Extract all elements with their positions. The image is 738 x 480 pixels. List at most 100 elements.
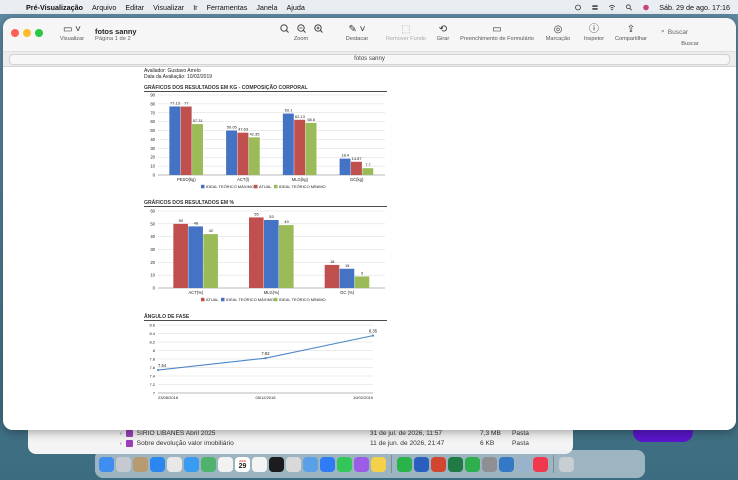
menu-bar: Pré-Visualização Arquivo Editar Visualiz…	[0, 0, 738, 14]
dock-numbers-icon[interactable]	[465, 456, 480, 472]
dock-powerpoint-icon[interactable]	[431, 456, 446, 472]
menu-ferramentas[interactable]: Ferramentas	[207, 3, 248, 12]
document-canvas: Avaliador: Gustavo Arrelo Data da Avalia…	[3, 67, 736, 430]
bar	[350, 161, 362, 175]
dock-finder-icon[interactable]	[99, 456, 114, 472]
search-spotlight-icon[interactable]	[625, 3, 633, 11]
bar	[188, 226, 203, 288]
wifi-icon[interactable]	[608, 4, 616, 11]
disclosure-icon[interactable]: ›	[120, 431, 122, 437]
dock-chrome-icon[interactable]	[167, 456, 182, 472]
dock-word-icon[interactable]	[414, 456, 429, 472]
finder-row[interactable]: › SIRIO LIBANÊS Abril 2025 31 de jul. de…	[120, 430, 560, 437]
tab-document[interactable]: fotos sanny	[9, 54, 730, 65]
zoom-window-button[interactable]	[35, 29, 43, 37]
menu-editar[interactable]: Editar	[125, 3, 144, 12]
dock-preview-icon[interactable]	[303, 456, 318, 472]
dock-launchpad-icon[interactable]	[116, 456, 131, 472]
point-value-label: 7.54	[158, 363, 167, 368]
bar	[226, 130, 238, 175]
rotate-button[interactable]: ⟲ Girar	[431, 23, 455, 42]
highlight-button[interactable]: ✎ ˅ Destacar	[337, 23, 377, 42]
menu-ir[interactable]: Ir	[193, 3, 197, 12]
y-tick-label: 8.6	[149, 323, 155, 328]
finder-row[interactable]: › Sobre devolução valor imobiliário 11 d…	[120, 440, 560, 447]
dock-messages-icon[interactable]	[337, 456, 352, 472]
preview-window: ▭ ˅ Visualizar fotos sanny Página 1 de 2…	[3, 18, 736, 430]
dock-excel-icon[interactable]	[448, 456, 463, 472]
zoom-controls[interactable]: Zoom	[275, 23, 327, 42]
zoom-icons[interactable]	[275, 23, 327, 36]
y-tick-label: 70	[150, 110, 155, 115]
y-tick-label: 60	[150, 209, 155, 214]
finder-row-size: 7,3 MB	[480, 430, 501, 437]
dock-music-icon[interactable]	[533, 456, 548, 472]
rotate-icon: ⟲	[438, 24, 448, 35]
chart2-rule	[144, 206, 387, 207]
close-window-button[interactable]	[11, 29, 19, 37]
legend-swatch	[201, 297, 205, 302]
dock-preview-2-icon[interactable]	[516, 456, 531, 472]
markup-button[interactable]: ◎ Marcação	[541, 23, 575, 42]
menu-visualizar[interactable]: Visualizar	[153, 3, 184, 12]
dock-finder-2-icon[interactable]	[499, 456, 514, 472]
dock-mail-icon[interactable]	[150, 456, 165, 472]
legend-swatch	[274, 184, 278, 189]
dock-screenshot-icon[interactable]	[286, 456, 301, 472]
dock-safari-icon[interactable]	[184, 456, 199, 472]
dock-notes-icon[interactable]	[371, 456, 386, 472]
data-point	[371, 334, 375, 337]
menu-ajuda[interactable]: Ajuda	[287, 3, 305, 12]
dock-app-store-icon[interactable]	[320, 456, 335, 472]
bar	[264, 219, 279, 288]
search-label: Buscar	[681, 41, 699, 47]
markup-icon: ◎	[553, 24, 563, 35]
y-tick-label: 10	[150, 273, 155, 278]
tab-bar: fotos sanny	[3, 52, 736, 67]
share-icon: ⇪	[626, 24, 636, 35]
chart-phase-angle: 7 7.2 7.4 7.6 7.8 8 8.2 8.4 8.6 7.54 7.82 8.35 23/08…	[149, 323, 377, 401]
dock-calendar-icon[interactable]: AGO 29	[235, 456, 250, 472]
y-tick-label: 7.8	[149, 357, 155, 362]
data-point	[264, 357, 267, 360]
dock-stocks-icon[interactable]	[269, 456, 284, 472]
legend-label: ATUAL	[259, 184, 272, 189]
bar-value-label: 57.31	[193, 118, 204, 123]
form-fill-button[interactable]: ▭ Preenchimento de Formulário	[457, 23, 537, 42]
menu-clock[interactable]: Sáb. 29 de ago. 17:16	[659, 3, 730, 12]
bar	[279, 225, 294, 288]
sidebar-view-button[interactable]: ▭ ˅ Visualizar	[55, 23, 89, 42]
menu-app-name[interactable]: Pré-Visualização	[26, 3, 83, 12]
dock-freeform-icon[interactable]	[252, 456, 267, 472]
inspector-button[interactable]: ⓘ Inspetor	[579, 23, 609, 42]
dock-photos-icon[interactable]	[218, 456, 233, 472]
dock-system-settings-icon[interactable]	[482, 456, 497, 472]
dock-whatsapp-like-icon[interactable]	[397, 456, 412, 472]
menu-janela[interactable]: Janela	[256, 3, 277, 12]
control-center-icon[interactable]	[591, 4, 599, 11]
legend-swatch	[274, 297, 278, 302]
remove-background-button[interactable]: ⬚ Remover Fundo	[383, 23, 429, 42]
minimize-window-button[interactable]	[23, 29, 31, 37]
bar	[339, 268, 355, 288]
y-tick-label: 0	[153, 286, 156, 291]
menu-arquivo[interactable]: Arquivo	[92, 3, 116, 12]
bar	[173, 223, 188, 288]
sidebar-icon: ▭ ˅	[62, 24, 82, 35]
dock-contacts-icon[interactable]	[133, 456, 148, 472]
y-tick-label: 7.2	[149, 382, 155, 387]
focus-icon[interactable]	[574, 4, 582, 11]
bar-value-label: 9	[361, 270, 364, 275]
dock-podcasts-icon[interactable]	[354, 456, 369, 472]
finder-row-name: SIRIO LIBANÊS Abril 2025	[136, 430, 216, 437]
dock-maps-icon[interactable]	[201, 456, 216, 472]
share-button[interactable]: ⇪ Compartilhar	[611, 23, 651, 42]
x-category-label: GC(kg)	[350, 177, 364, 182]
disclosure-icon[interactable]: ›	[120, 441, 122, 447]
x-category-label: GC (%)	[340, 290, 355, 295]
bar-value-label: 50.05	[227, 125, 238, 130]
search-field[interactable]: ⌕ Buscar	[657, 25, 729, 39]
dock-trash-icon[interactable]	[559, 456, 574, 472]
user-icon[interactable]	[642, 4, 650, 11]
bar-value-label: 18	[330, 259, 335, 264]
